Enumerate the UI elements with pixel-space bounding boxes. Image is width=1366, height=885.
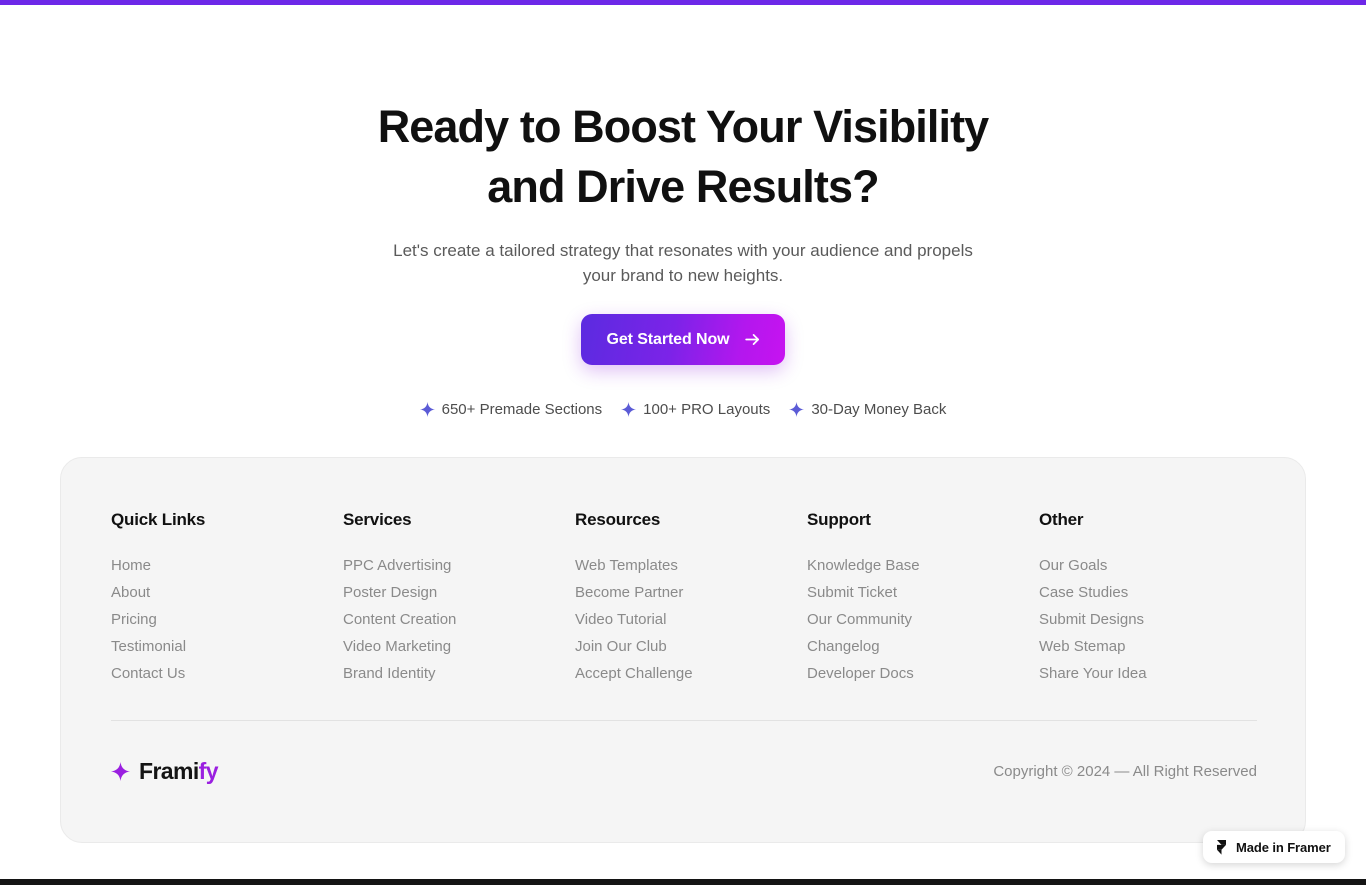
footer-link-submit-designs[interactable]: Submit Designs	[1039, 606, 1257, 633]
get-started-button[interactable]: Get Started Now	[580, 314, 786, 365]
footer-column-title: Resources	[575, 510, 661, 529]
footer-column-support: Support Knowledge Base Submit Ticket Our…	[807, 510, 1039, 687]
page-bottom-edge	[0, 879, 1366, 885]
footer-link-ppc-advertising[interactable]: PPC Advertising	[343, 552, 575, 579]
footer-link-home[interactable]: Home	[111, 552, 343, 579]
brand-logo[interactable]: Framify	[111, 758, 219, 785]
feature-badge-pro-layouts: 100+ PRO Layouts	[621, 401, 770, 418]
page-subtitle-line-2: your brand to new heights.	[582, 266, 784, 285]
feature-badge-label: 650+ Premade Sections	[441, 401, 603, 418]
brand-name-accent: fy	[198, 758, 219, 784]
feature-badge-money-back: 30-Day Money Back	[789, 401, 946, 418]
footer-column-quick-links: Quick Links Home About Pricing Testimoni…	[111, 510, 343, 687]
page-title-line-1: Ready to Boost Your Visibility	[377, 101, 990, 152]
feature-badge-label: 30-Day Money Back	[811, 401, 947, 418]
framer-logo-icon	[1215, 839, 1228, 855]
footer-link-submit-ticket[interactable]: Submit Ticket	[807, 579, 1039, 606]
feature-badges: 650+ Premade Sections 100+ PRO Layouts 3…	[0, 401, 1366, 418]
footer-link-video-marketing[interactable]: Video Marketing	[343, 633, 575, 660]
page-subtitle: Let's create a tailored strategy that re…	[363, 238, 1003, 288]
footer-column-resources: Resources Web Templates Become Partner V…	[575, 510, 807, 687]
footer-link-case-studies[interactable]: Case Studies	[1039, 579, 1257, 606]
footer-bottom-bar: Framify Copyright © 2024 — All Right Res…	[111, 758, 1257, 785]
made-in-framer-label: Made in Framer	[1236, 839, 1331, 855]
footer-link-pricing[interactable]: Pricing	[111, 606, 343, 633]
footer-link-about[interactable]: About	[111, 579, 343, 606]
footer-link-brand-identity[interactable]: Brand Identity	[343, 660, 575, 687]
footer-link-our-community[interactable]: Our Community	[807, 606, 1039, 633]
sparkle-icon	[621, 402, 637, 417]
footer-link-web-templates[interactable]: Web Templates	[575, 552, 807, 579]
cta-section: Ready to Boost Your Visibility and Drive…	[0, 5, 1366, 418]
feature-badge-premade-sections: 650+ Premade Sections	[419, 401, 603, 418]
footer-link-content-creation[interactable]: Content Creation	[343, 606, 575, 633]
copyright-text: Copyright © 2024 — All Right Reserved	[993, 763, 1257, 780]
made-in-framer-badge[interactable]: Made in Framer	[1203, 831, 1345, 863]
cta-button-wrapper: Get Started Now	[0, 314, 1366, 365]
footer-column-services: Services PPC Advertising Poster Design C…	[343, 510, 575, 687]
footer-divider	[111, 720, 1257, 721]
footer-link-columns: Quick Links Home About Pricing Testimoni…	[111, 510, 1257, 687]
get-started-button-label: Get Started Now	[606, 330, 730, 348]
arrow-right-icon	[744, 331, 761, 348]
page-subtitle-line-1: Let's create a tailored strategy that re…	[393, 241, 973, 260]
footer: Quick Links Home About Pricing Testimoni…	[60, 457, 1306, 843]
page-title: Ready to Boost Your Visibility and Drive…	[0, 97, 1366, 217]
footer-column-title: Other	[1039, 510, 1084, 529]
footer-link-become-partner[interactable]: Become Partner	[575, 579, 807, 606]
footer-column-title: Quick Links	[111, 510, 206, 529]
brand-name: Framify	[139, 758, 219, 785]
page-title-line-2: and Drive Results?	[487, 161, 879, 212]
footer-link-poster-design[interactable]: Poster Design	[343, 579, 575, 606]
footer-column-title: Services	[343, 510, 412, 529]
footer-link-share-your-idea[interactable]: Share Your Idea	[1039, 660, 1257, 687]
footer-link-join-our-club[interactable]: Join Our Club	[575, 633, 807, 660]
sparkle-icon	[789, 402, 805, 417]
feature-badge-label: 100+ PRO Layouts	[643, 401, 771, 418]
footer-link-knowledge-base[interactable]: Knowledge Base	[807, 552, 1039, 579]
footer-column-title: Support	[807, 510, 871, 529]
footer-link-testimonial[interactable]: Testimonial	[111, 633, 343, 660]
footer-link-changelog[interactable]: Changelog	[807, 633, 1039, 660]
footer-link-contact-us[interactable]: Contact Us	[111, 660, 343, 687]
sparkle-icon	[111, 762, 130, 781]
brand-name-primary: Frami	[139, 758, 199, 784]
footer-link-video-tutorial[interactable]: Video Tutorial	[575, 606, 807, 633]
footer-link-web-stemap[interactable]: Web Stemap	[1039, 633, 1257, 660]
sparkle-icon	[419, 402, 435, 417]
footer-link-our-goals[interactable]: Our Goals	[1039, 552, 1257, 579]
footer-link-accept-challenge[interactable]: Accept Challenge	[575, 660, 807, 687]
footer-column-other: Other Our Goals Case Studies Submit Desi…	[1039, 510, 1257, 687]
footer-link-developer-docs[interactable]: Developer Docs	[807, 660, 1039, 687]
